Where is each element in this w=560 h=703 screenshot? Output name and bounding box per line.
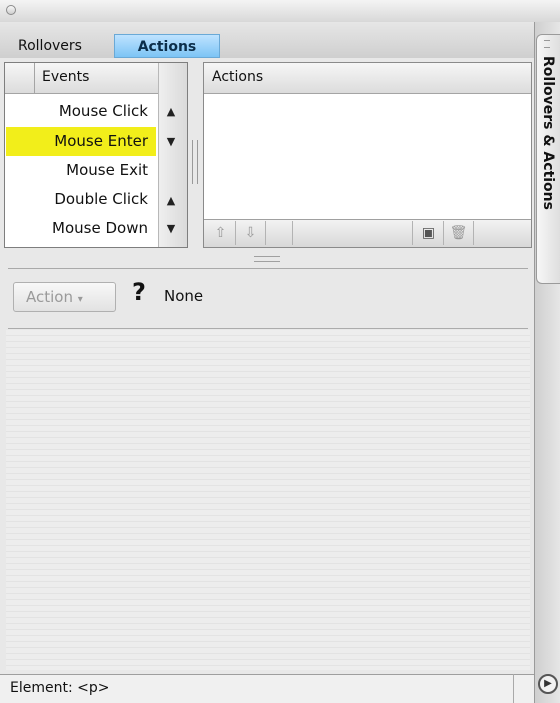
save-icon[interactable]: ▣: [414, 221, 444, 245]
action-value: None: [164, 287, 204, 305]
event-item-mouse-exit[interactable]: Mouse Exit: [6, 156, 156, 185]
actions-header-label: Actions: [212, 69, 264, 85]
toolbar-divider: [292, 221, 293, 245]
action-dropdown-button[interactable]: Action ▾: [13, 282, 116, 312]
side-grip-icon: [544, 40, 550, 48]
scroll-down-arrow-icon[interactable]: ▼: [162, 220, 180, 238]
divider: [8, 328, 528, 329]
event-item-mouse-click[interactable]: Mouse Click: [6, 97, 156, 126]
toolbar-divider: [412, 221, 413, 245]
trash-icon[interactable]: 🗑: [444, 221, 474, 245]
status-divider: [513, 674, 514, 703]
scroll-down-arrow-icon[interactable]: ▼: [162, 133, 180, 151]
tab-actions[interactable]: Actions: [114, 34, 220, 58]
close-button[interactable]: [6, 5, 16, 15]
event-item-mouse-down[interactable]: Mouse Down: [6, 214, 156, 243]
move-up-icon[interactable]: ⇧: [206, 221, 236, 245]
action-button-label: Action: [26, 288, 73, 306]
title-bar: [0, 0, 560, 23]
splitter-grip-icon[interactable]: [192, 140, 198, 184]
play-icon[interactable]: ▶: [538, 674, 558, 694]
action-parameters-area: [6, 330, 530, 670]
tab-rollovers[interactable]: Rollovers: [8, 34, 112, 58]
side-tab-label: Rollovers & Actions: [540, 56, 556, 210]
events-header-divider: [34, 63, 35, 94]
status-element-text: Element: <p>: [10, 680, 110, 696]
divider: [8, 268, 528, 269]
event-item-mouse-enter[interactable]: Mouse Enter: [6, 127, 156, 156]
chevron-down-icon: ▾: [77, 294, 83, 305]
scroll-up-arrow-icon[interactable]: ▲: [162, 103, 180, 121]
event-item-double-click[interactable]: Double Click: [6, 185, 156, 214]
move-down-icon[interactable]: ⇩: [236, 221, 266, 245]
help-icon[interactable]: ?: [132, 278, 146, 306]
resize-grip-icon[interactable]: [254, 256, 280, 262]
scroll-up-arrow-icon[interactable]: ▲: [162, 192, 180, 210]
events-header-label: Events: [42, 69, 90, 85]
